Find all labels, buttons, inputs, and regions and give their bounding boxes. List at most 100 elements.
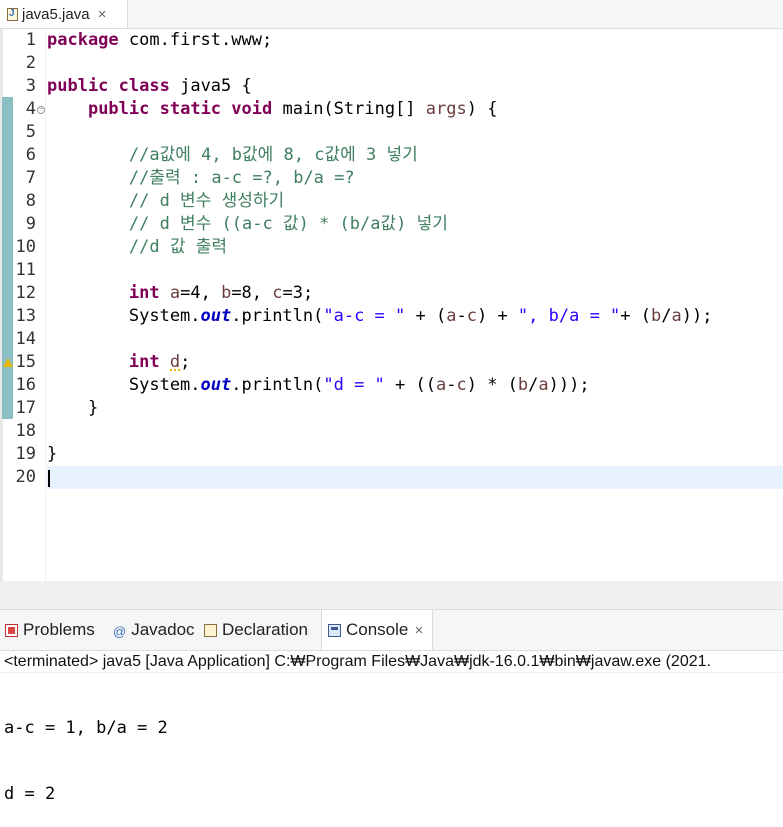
code-line[interactable]: int a=4, b=8, c=3; (47, 282, 783, 305)
quick-diff-bar (2, 97, 13, 419)
line-number: 8 (25, 191, 36, 211)
line-number: 10 (15, 237, 36, 257)
code-line[interactable]: System.out.println("a-c = " + (a-c) + ",… (47, 305, 783, 328)
console-output[interactable]: a-c = 1, b/a = 2 d = 2 (4, 673, 783, 827)
code-token: - (446, 375, 457, 395)
code-line[interactable] (47, 52, 783, 75)
code-token: main(String[] (272, 99, 426, 119)
code-token: //d 값 출력 (47, 237, 227, 257)
code-token: b (221, 283, 232, 303)
code-token: out (200, 375, 232, 395)
code-line[interactable] (47, 420, 783, 443)
code-token: int (128, 283, 160, 303)
code-token: public (47, 76, 109, 96)
line-number: 4 (25, 99, 36, 119)
tab-console[interactable]: Console ✕ (321, 610, 433, 650)
code-line[interactable]: //출력 : a-c =?, b/a =? (47, 167, 783, 190)
code-token: } (47, 444, 58, 464)
line-number: 1 (25, 30, 36, 50)
console-icon (328, 623, 341, 637)
code-token: System. (47, 306, 201, 326)
line-number-gutter: 1 2 3 4−5 6 7 8 9 10 11 12 13 14 15 16 17 18 19 20 (3, 29, 46, 581)
code-token: System. (47, 375, 201, 395)
code-token: ; (180, 352, 191, 372)
code-line[interactable] (47, 121, 783, 144)
code-token: + (( (384, 375, 436, 395)
code-token: com.first.www; (118, 30, 273, 50)
code-token: =3; (282, 283, 314, 303)
console-line: d = 2 (4, 784, 56, 804)
code-token: java5 { (169, 76, 252, 96)
code-line[interactable]: int d; (47, 351, 783, 374)
line-number: 15 (15, 352, 36, 372)
tab-problems[interactable]: Problems (5, 610, 95, 650)
code-line[interactable]: // d 변수 ((a-c 값) * (b/a값) 넣기 (47, 213, 783, 236)
line-number: 6 (25, 145, 36, 165)
line-number: 18 (15, 421, 36, 441)
javadoc-icon: @ (113, 623, 127, 639)
tab-problems-label: Problems (23, 620, 95, 639)
code-token: / (528, 375, 539, 395)
code-line[interactable] (47, 259, 783, 282)
code-token: //출력 : a-c =?, b/a =? (47, 168, 355, 188)
fold-toggle-icon[interactable]: − (37, 106, 45, 114)
code-token: .println( (231, 375, 324, 395)
code-token: "d = " (323, 375, 385, 395)
code-token: a (435, 375, 447, 395)
java-file-icon (7, 7, 18, 21)
code-token: // d 변수 ((a-c 값) * (b/a값) 넣기 (47, 214, 448, 234)
code-line[interactable] (47, 328, 783, 351)
editor-tab-java5[interactable]: java5.java ✕ (0, 0, 128, 28)
code-line[interactable]: public class java5 { (47, 75, 783, 98)
line-number: 9 (25, 214, 36, 234)
code-line[interactable]: //a값에 4, b값에 8, c값에 3 넣기 (47, 144, 783, 167)
line-number: 3 (25, 76, 36, 96)
code-line[interactable]: package com.first.www; (47, 29, 783, 52)
code-token: void (231, 99, 273, 119)
problems-icon (5, 623, 18, 637)
declaration-icon (204, 623, 217, 637)
code-line[interactable]: // d 변수 생성하기 (47, 190, 783, 213)
code-token: ))); (548, 375, 590, 395)
code-editor[interactable]: 1 2 3 4−5 6 7 8 9 10 11 12 13 14 15 16 17 18 19 20 package… (0, 29, 783, 609)
code-line[interactable]: } (47, 443, 783, 466)
code-area[interactable]: package com.first.www; public class java5… (47, 29, 783, 581)
tab-declaration[interactable]: Declaration (204, 610, 308, 650)
close-icon[interactable]: ✕ (414, 624, 423, 637)
code-line[interactable] (47, 466, 783, 489)
line-number: 12 (15, 283, 36, 303)
console-status: <terminated> java5 [Java Application] C:… (0, 650, 783, 673)
code-token: int (128, 352, 160, 372)
code-token: c (272, 283, 283, 303)
code-token: ) + (476, 306, 518, 326)
code-token: //a값에 4, b값에 8, c값에 3 넣기 (47, 145, 418, 165)
code-line[interactable]: System.out.println("d = " + ((a-c) * (b/… (47, 374, 783, 397)
code-token: // d 변수 생성하기 (47, 191, 285, 211)
code-line[interactable]: public static void main(String[] args) { (47, 98, 783, 121)
views-tab-bar: Problems @ Javadoc Declaration Console ✕ (0, 609, 783, 651)
line-number: 2 (25, 53, 36, 73)
code-token: b (651, 306, 662, 326)
close-icon[interactable]: ✕ (98, 8, 107, 21)
tab-javadoc[interactable]: @ Javadoc (113, 610, 195, 650)
code-token: + ( (405, 306, 447, 326)
code-token: a (446, 306, 457, 326)
line-number: 5 (25, 122, 36, 142)
code-token: =8, (231, 283, 273, 303)
code-token: b (517, 375, 529, 395)
code-line[interactable]: } (47, 397, 783, 420)
editor-tab-bar: java5.java ✕ (0, 0, 783, 29)
code-token: a (169, 283, 181, 303)
warning-icon[interactable] (3, 358, 13, 367)
code-token: a (538, 375, 549, 395)
code-token: args (425, 99, 467, 119)
code-token: .println( (231, 306, 324, 326)
warning-squiggle (169, 366, 181, 371)
code-line[interactable]: //d 값 출력 (47, 236, 783, 259)
